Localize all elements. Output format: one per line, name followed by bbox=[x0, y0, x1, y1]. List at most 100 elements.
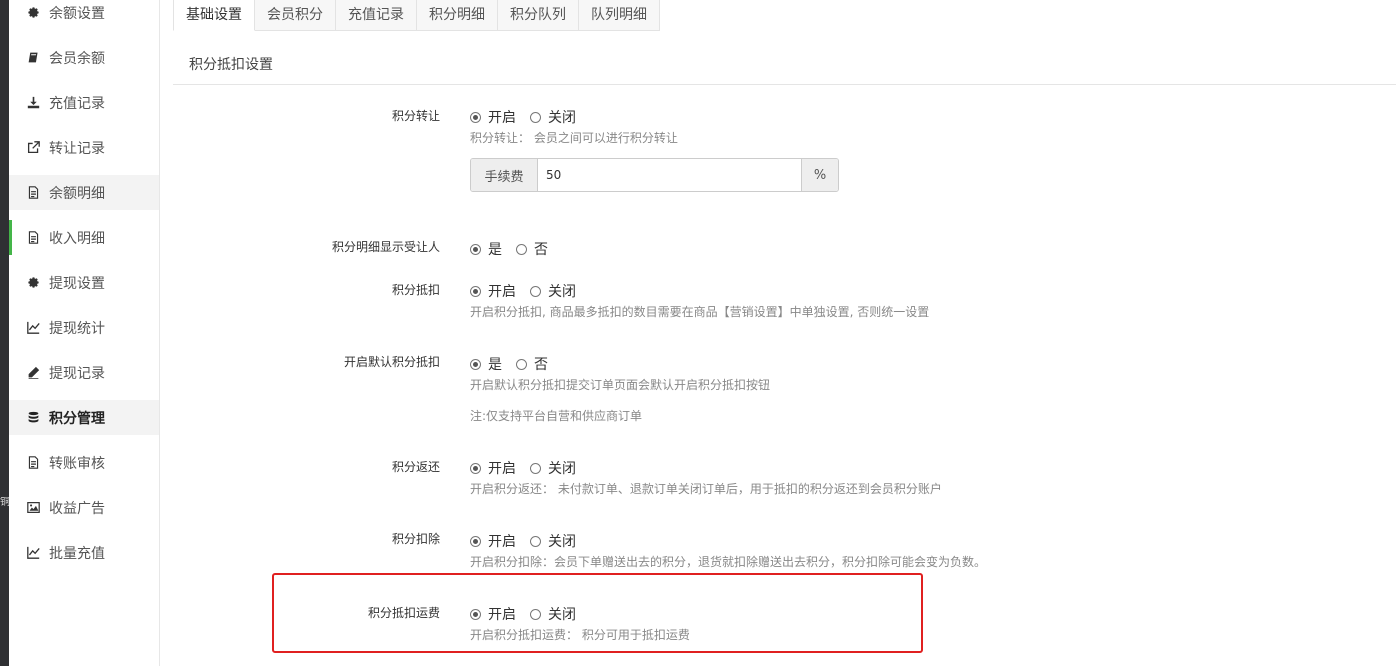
radio-label: 关闭 bbox=[548, 534, 576, 550]
fee-input-group: 手续费 % bbox=[470, 158, 839, 192]
show-receiver-label: 积分明细显示受让人 bbox=[331, 240, 440, 254]
radio-dot bbox=[530, 462, 541, 474]
radio-dot bbox=[470, 285, 481, 297]
deduct-remove-label: 积分扣除 bbox=[391, 532, 440, 546]
transfer-on-radio[interactable]: 开启 bbox=[470, 107, 516, 127]
freight-off-radio[interactable]: 关闭 bbox=[530, 604, 576, 624]
left-strip-glyph: 铜 bbox=[0, 497, 9, 508]
sidebar: 余额设置 会员余额 充值记录 转让记录 余额明细 收入明细 提现设置 提现统计 … bbox=[9, 0, 160, 666]
book-icon bbox=[25, 51, 41, 65]
sidebar-item-revenue-ads[interactable]: 收益广告 bbox=[9, 490, 159, 525]
sidebar-item-label: 转让记录 bbox=[49, 140, 105, 157]
deduct-on-radio[interactable]: 开启 bbox=[470, 281, 516, 301]
radio-dot bbox=[470, 358, 481, 370]
sidebar-item-transfer-records[interactable]: 转让记录 bbox=[9, 130, 159, 165]
file-icon bbox=[25, 231, 41, 245]
tab-points-details[interactable]: 积分明细 bbox=[417, 0, 498, 31]
sidebar-item-income-details[interactable]: 收入明细 bbox=[9, 220, 159, 255]
sidebar-item-label: 提现设置 bbox=[49, 275, 105, 292]
line-chart-icon bbox=[25, 546, 41, 560]
left-edge-strip: 铜 bbox=[0, 0, 9, 666]
deduct-remove-on-radio[interactable]: 开启 bbox=[470, 531, 516, 551]
transfer-radio-group: 开启 关闭 bbox=[470, 107, 590, 127]
line-chart-icon bbox=[25, 321, 41, 335]
radio-label: 关闭 bbox=[548, 284, 576, 300]
show-receiver-radio-group: 是 否 bbox=[470, 239, 562, 259]
radio-label: 开启 bbox=[488, 284, 516, 300]
sidebar-item-member-balance[interactable]: 会员余额 bbox=[9, 40, 159, 75]
image-icon bbox=[25, 501, 41, 515]
sidebar-item-withdraw-stats[interactable]: 提现统计 bbox=[9, 310, 159, 345]
deduct-help: 开启积分抵扣, 商品最多抵扣的数目需要在商品【营销设置】中单独设置, 否则统一设… bbox=[470, 305, 930, 319]
transfer-help: 积分转让： 会员之间可以进行积分转让 bbox=[470, 131, 678, 145]
sidebar-item-balance-settings[interactable]: 余额设置 bbox=[9, 0, 159, 30]
radio-label: 是 bbox=[488, 357, 502, 373]
refund-label: 积分返还 bbox=[391, 460, 440, 474]
sidebar-item-batch-recharge[interactable]: 批量充值 bbox=[9, 535, 159, 570]
refund-off-radio[interactable]: 关闭 bbox=[530, 458, 576, 478]
radio-dot bbox=[470, 111, 481, 123]
radio-label: 开启 bbox=[488, 534, 516, 550]
section-title: 积分抵扣设置 bbox=[189, 57, 273, 73]
sidebar-item-transfer-review[interactable]: 转账审核 bbox=[9, 445, 159, 480]
show-receiver-no-radio[interactable]: 否 bbox=[516, 239, 548, 259]
fee-unit: % bbox=[801, 159, 838, 191]
external-link-icon bbox=[25, 141, 41, 155]
gear-icon bbox=[25, 6, 41, 20]
tab-basic-settings[interactable]: 基础设置 bbox=[173, 0, 255, 31]
radio-dot bbox=[530, 535, 541, 547]
gear-icon bbox=[25, 276, 41, 290]
sidebar-item-points-management[interactable]: 积分管理 bbox=[9, 400, 159, 435]
sidebar-item-balance-details[interactable]: 余额明细 bbox=[9, 175, 159, 210]
default-deduct-radio-group: 是 否 bbox=[470, 354, 562, 374]
default-deduct-yes-radio[interactable]: 是 bbox=[470, 354, 502, 374]
default-deduct-no-radio[interactable]: 否 bbox=[516, 354, 548, 374]
tab-points-queue[interactable]: 积分队列 bbox=[498, 0, 579, 31]
sidebar-item-label: 会员余额 bbox=[49, 50, 105, 67]
tab-member-points[interactable]: 会员积分 bbox=[255, 0, 336, 31]
deduct-off-radio[interactable]: 关闭 bbox=[530, 281, 576, 301]
radio-dot bbox=[470, 462, 481, 474]
fee-addon-label: 手续费 bbox=[471, 159, 538, 191]
transfer-off-radio[interactable]: 关闭 bbox=[530, 107, 576, 127]
deduct-label: 积分抵扣 bbox=[391, 283, 440, 297]
sidebar-item-recharge-records[interactable]: 充值记录 bbox=[9, 85, 159, 120]
refund-on-radio[interactable]: 开启 bbox=[470, 458, 516, 478]
radio-label: 开启 bbox=[488, 461, 516, 477]
sidebar-item-label: 余额设置 bbox=[49, 5, 105, 22]
default-deduct-label: 开启默认积分抵扣 bbox=[343, 355, 440, 369]
tab-recharge-records[interactable]: 充值记录 bbox=[336, 0, 417, 31]
radio-label: 关闭 bbox=[548, 461, 576, 477]
sidebar-item-label: 收入明细 bbox=[49, 230, 105, 247]
radio-dot bbox=[530, 608, 541, 620]
default-deduct-help: 开启默认积分抵扣提交订单页面会默认开启积分抵扣按钮 bbox=[470, 378, 771, 392]
freight-on-radio[interactable]: 开启 bbox=[470, 604, 516, 624]
database-icon bbox=[25, 411, 41, 425]
sidebar-item-label: 充值记录 bbox=[49, 95, 105, 112]
refund-help: 开启积分返还： 未付款订单、退款订单关闭订单后，用于抵扣的积分返还到会员积分账户 bbox=[470, 482, 942, 496]
refund-radio-group: 开启 关闭 bbox=[470, 458, 590, 478]
deduct-radio-group: 开启 关闭 bbox=[470, 281, 590, 301]
radio-label: 否 bbox=[534, 242, 548, 258]
sidebar-item-withdraw-records[interactable]: 提现记录 bbox=[9, 355, 159, 390]
tab-queue-details[interactable]: 队列明细 bbox=[579, 0, 660, 31]
sidebar-item-label: 转账审核 bbox=[49, 455, 105, 472]
radio-label: 关闭 bbox=[548, 607, 576, 623]
file-icon bbox=[25, 456, 41, 470]
radio-label: 否 bbox=[534, 357, 548, 373]
sidebar-item-withdraw-settings[interactable]: 提现设置 bbox=[9, 265, 159, 300]
freight-label: 积分抵扣运费 bbox=[367, 606, 440, 620]
radio-dot bbox=[470, 535, 481, 547]
freight-radio-group: 开启 关闭 bbox=[470, 604, 590, 624]
radio-dot bbox=[530, 285, 541, 297]
radio-dot bbox=[470, 608, 481, 620]
sidebar-item-label: 收益广告 bbox=[49, 500, 105, 517]
deduct-remove-help: 开启积分扣除：会员下单赠送出去的积分，退货就扣除赠送出去积分，积分扣除可能会变为… bbox=[470, 555, 987, 569]
show-receiver-yes-radio[interactable]: 是 bbox=[470, 239, 502, 259]
deduct-remove-off-radio[interactable]: 关闭 bbox=[530, 531, 576, 551]
freight-help: 开启积分抵扣运费： 积分可用于抵扣运费 bbox=[470, 628, 690, 642]
sidebar-item-label: 提现记录 bbox=[49, 365, 105, 382]
file-icon bbox=[25, 186, 41, 200]
deduct-remove-radio-group: 开启 关闭 bbox=[470, 531, 590, 551]
fee-input[interactable] bbox=[538, 159, 801, 191]
